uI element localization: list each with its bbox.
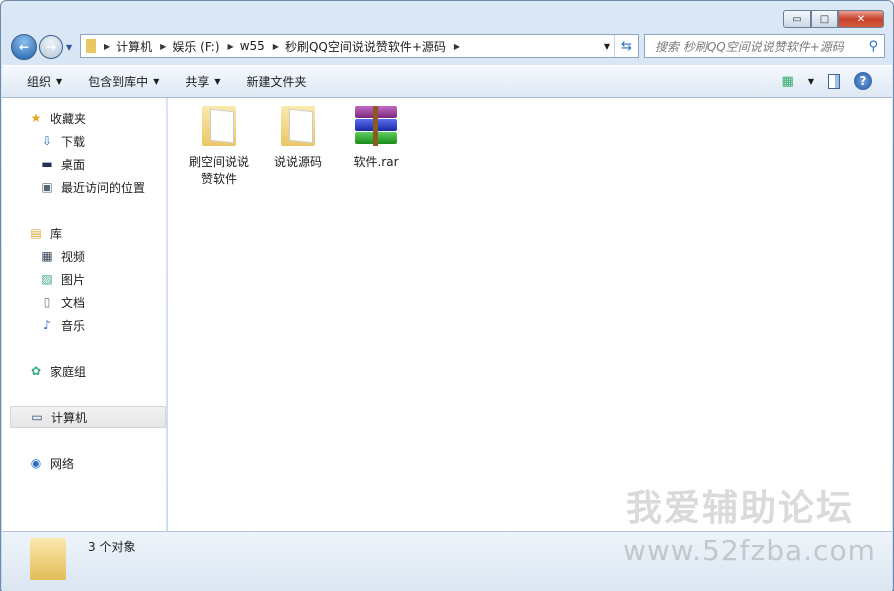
breadcrumb-current[interactable]: 秒刷QQ空间说说赞软件+源码 (285, 38, 446, 55)
library-icon: ▤ (30, 226, 42, 240)
folder-icon (86, 39, 96, 53)
command-bar: 组织 ▼ 包含到库中 ▼ 共享 ▼ 新建文件夹 ▦ ▼ ? (2, 65, 892, 98)
homegroup-icon: ✿ (30, 364, 42, 378)
help-icon[interactable]: ? (854, 72, 872, 90)
search-icon[interactable]: ⚲ (868, 39, 878, 54)
sidebar-item-computer[interactable]: ▭ 计算机 (10, 406, 166, 428)
sidebar-item-music[interactable]: ♪ 音乐 (39, 314, 85, 336)
label: 图片 (61, 272, 86, 287)
breadcrumb-arrow[interactable]: ▶ (228, 42, 234, 51)
breadcrumb-arrow[interactable]: ▶ (160, 42, 166, 51)
label: 最近访问的位置 (61, 180, 146, 195)
chevron-down-icon: ▼ (214, 77, 221, 86)
watermark-url: www.52fzba.com (623, 534, 876, 567)
label: 计算机 (51, 410, 88, 425)
computer-icon: ▭ (31, 410, 43, 424)
label: 库 (50, 226, 63, 241)
sidebar-item-desktop[interactable]: ▬ 桌面 (39, 153, 85, 175)
label: 桌面 (61, 157, 86, 172)
new-folder-button[interactable]: 新建文件夹 (247, 73, 307, 90)
item-count: 3 个对象 (88, 540, 136, 554)
label: 视频 (61, 249, 86, 264)
forward-button[interactable]: → (39, 35, 63, 59)
recent-pages-dropdown[interactable]: ▼ (66, 43, 72, 52)
watermark-text: 我爱辅助论坛 (626, 488, 855, 529)
label: 收藏夹 (50, 111, 87, 126)
maximize-button[interactable]: □ (811, 10, 838, 28)
file-item-folder[interactable]: 说说源码 (258, 106, 338, 171)
breadcrumb-arrow[interactable]: ▶ (273, 42, 279, 51)
breadcrumb-computer[interactable]: 计算机 (116, 38, 152, 55)
download-icon: ⇩ (41, 134, 53, 148)
folder-icon (281, 106, 315, 146)
label: 音乐 (61, 318, 86, 333)
explorer-window: ▭ □ ✕ ← → ▼ ▶ 计算机 ▶ 娱乐 (F:) ▶ w55 ▶ 秒刷QQ… (0, 0, 894, 591)
sidebar-item-downloads[interactable]: ⇩ 下载 (39, 130, 85, 152)
chevron-down-icon: ▼ (153, 77, 160, 86)
label: 下载 (61, 134, 86, 149)
include-library-label: 包含到库中 (88, 75, 149, 89)
navigation-buttons: ← → ▼ (11, 34, 72, 60)
breadcrumb-arrow[interactable]: ▶ (454, 42, 460, 51)
music-icon: ♪ (43, 318, 51, 332)
desktop-icon: ▬ (41, 157, 53, 171)
sidebar-item-libraries[interactable]: ▤ 库 (28, 222, 62, 244)
breadcrumb-w55[interactable]: w55 (240, 39, 265, 53)
search-placeholder: 搜索 秒刷QQ空间说说赞软件+源码 (655, 39, 844, 54)
view-options-icon[interactable]: ▦ (782, 74, 794, 89)
preview-pane-icon[interactable] (828, 73, 840, 89)
view-dropdown[interactable]: ▼ (808, 77, 814, 86)
address-bar[interactable]: ▶ 计算机 ▶ 娱乐 (F:) ▶ w55 ▶ 秒刷QQ空间说说赞软件+源码 ▶… (80, 34, 639, 58)
label: 网络 (50, 456, 75, 471)
include-library-button[interactable]: 包含到库中 ▼ (88, 73, 159, 90)
chevron-down-icon: ▼ (56, 77, 63, 86)
organize-label: 组织 (27, 75, 52, 89)
network-icon: ◉ (30, 456, 42, 470)
breadcrumb-drive[interactable]: 娱乐 (F:) (172, 38, 219, 55)
minimize-button[interactable]: ▭ (783, 10, 811, 28)
file-name: 刷空间说说 (188, 155, 249, 169)
folder-icon (202, 106, 236, 146)
breadcrumb-arrow[interactable]: ▶ (104, 42, 110, 51)
sidebar-item-pictures[interactable]: ▨ 图片 (39, 268, 85, 290)
back-button[interactable]: ← (11, 34, 37, 60)
file-item-rar[interactable]: 软件.rar (336, 106, 416, 171)
sidebar-item-recent[interactable]: ▣ 最近访问的位置 (39, 176, 145, 198)
organize-button[interactable]: 组织 ▼ (27, 73, 62, 90)
navigation-pane: ★ 收藏夹 ⇩ 下载 ▬ 桌面 ▣ 最近访问的位置 ▤ 库 ▦ 视频 ▨ 图片 ▯ 文档 ♪ 音乐… (2, 98, 167, 531)
share-button[interactable]: 共享 ▼ (185, 73, 220, 90)
video-icon: ▦ (41, 249, 53, 263)
new-folder-label: 新建文件夹 (246, 75, 307, 89)
winrar-archive-icon (355, 106, 397, 146)
close-button[interactable]: ✕ (838, 10, 884, 28)
file-name: 说说源码 (273, 155, 322, 169)
refresh-button[interactable]: ⇆ (614, 35, 638, 57)
sidebar-item-videos[interactable]: ▦ 视频 (39, 245, 85, 267)
label: 文档 (61, 295, 86, 310)
sidebar-item-favorites[interactable]: ★ 收藏夹 (28, 107, 86, 129)
file-name-line2: 赞软件 (200, 172, 237, 186)
caption-buttons: ▭ □ ✕ (783, 10, 884, 28)
file-name: 软件.rar (353, 155, 399, 169)
picture-icon: ▨ (41, 272, 53, 286)
sidebar-item-network[interactable]: ◉ 网络 (28, 452, 74, 474)
file-item-folder[interactable]: 刷空间说说 赞软件 (179, 106, 259, 188)
search-input[interactable]: 搜索 秒刷QQ空间说说赞软件+源码 ⚲ (644, 34, 885, 58)
sidebar-item-homegroup[interactable]: ✿ 家庭组 (28, 360, 86, 382)
document-icon: ▯ (43, 295, 51, 309)
file-list: 刷空间说说 赞软件 说说源码 软件.rar (168, 98, 892, 531)
folder-icon (30, 538, 66, 580)
label: 家庭组 (50, 364, 87, 379)
star-icon: ★ (30, 111, 42, 125)
address-dropdown[interactable]: ▼ (604, 42, 610, 51)
sidebar-item-documents[interactable]: ▯ 文档 (39, 291, 85, 313)
recent-places-icon: ▣ (41, 180, 53, 194)
share-label: 共享 (185, 75, 210, 89)
